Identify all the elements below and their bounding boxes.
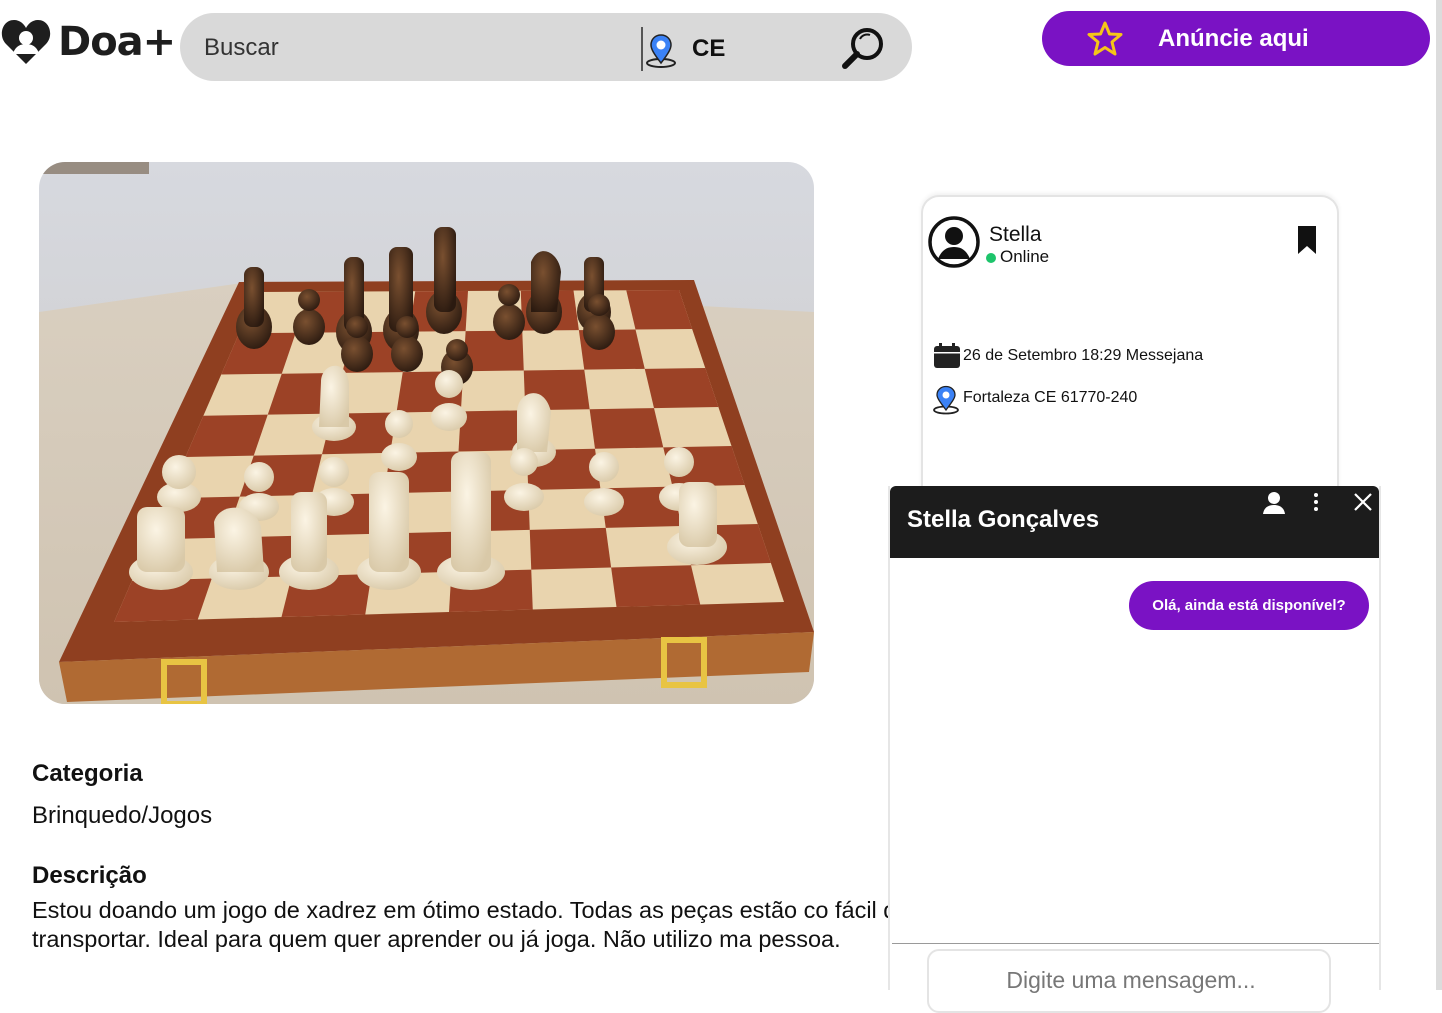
online-status-dot [986, 253, 996, 263]
chess-square [529, 527, 612, 570]
location-pin-icon [933, 385, 959, 415]
chess-square [589, 408, 664, 449]
calendar-icon [934, 343, 960, 368]
sent-message-bubble: Olá, ainda está disponível? [1129, 581, 1369, 630]
user-profile-icon[interactable] [1262, 490, 1286, 516]
chat-divider [892, 943, 1379, 944]
chat-title: Stella Gonçalves [907, 506, 1100, 533]
listing-photo[interactable] [39, 162, 814, 704]
close-icon[interactable] [1351, 490, 1375, 516]
description-heading: Descrição [32, 862, 147, 889]
window-edge [1436, 0, 1442, 990]
category-value: Brinquedo/Jogos [32, 802, 213, 829]
star-icon [1087, 21, 1123, 56]
chat-window: Stella Gonçalves Olá, ainda está disponí… [888, 486, 1381, 1013]
category-heading: Categoria [32, 760, 143, 787]
chess-square [611, 565, 701, 607]
message-input[interactable] [949, 963, 1313, 997]
seller-card: Stella Online 26 de Setembro 18:29 Messe… [921, 195, 1339, 527]
posted-date: 26 de Setembro 18:29 Messejana [963, 347, 1204, 364]
search-input[interactable] [202, 29, 626, 67]
seller-name[interactable]: Stella [989, 223, 1042, 247]
description-text: Estou doando um jogo de xadrez em ótimo … [32, 897, 910, 952]
seller-status: Online [1000, 247, 1050, 266]
search-icon[interactable] [840, 25, 886, 71]
more-options-icon[interactable] [1310, 490, 1322, 516]
seller-address: Fortaleza CE 61770-240 [963, 389, 1138, 406]
chat-header: Stella Gonçalves [890, 486, 1379, 558]
logo[interactable]: Doa+ [0, 14, 176, 70]
avatar-icon[interactable] [927, 215, 981, 269]
message-input-box [927, 949, 1331, 1013]
chess-board-photo [39, 162, 814, 704]
search-divider [641, 27, 643, 71]
location-pin-icon[interactable] [644, 33, 682, 69]
location-label[interactable]: CE [692, 35, 725, 63]
logo-text: Doa+ [58, 19, 176, 65]
search-bar: CE [180, 13, 912, 81]
heart-logo-icon [1, 20, 51, 64]
bookmark-icon[interactable] [1297, 225, 1317, 255]
advertise-button-label: Anúncie aqui [1158, 25, 1309, 52]
advertise-button[interactable]: Anúncie aqui [1042, 11, 1430, 66]
